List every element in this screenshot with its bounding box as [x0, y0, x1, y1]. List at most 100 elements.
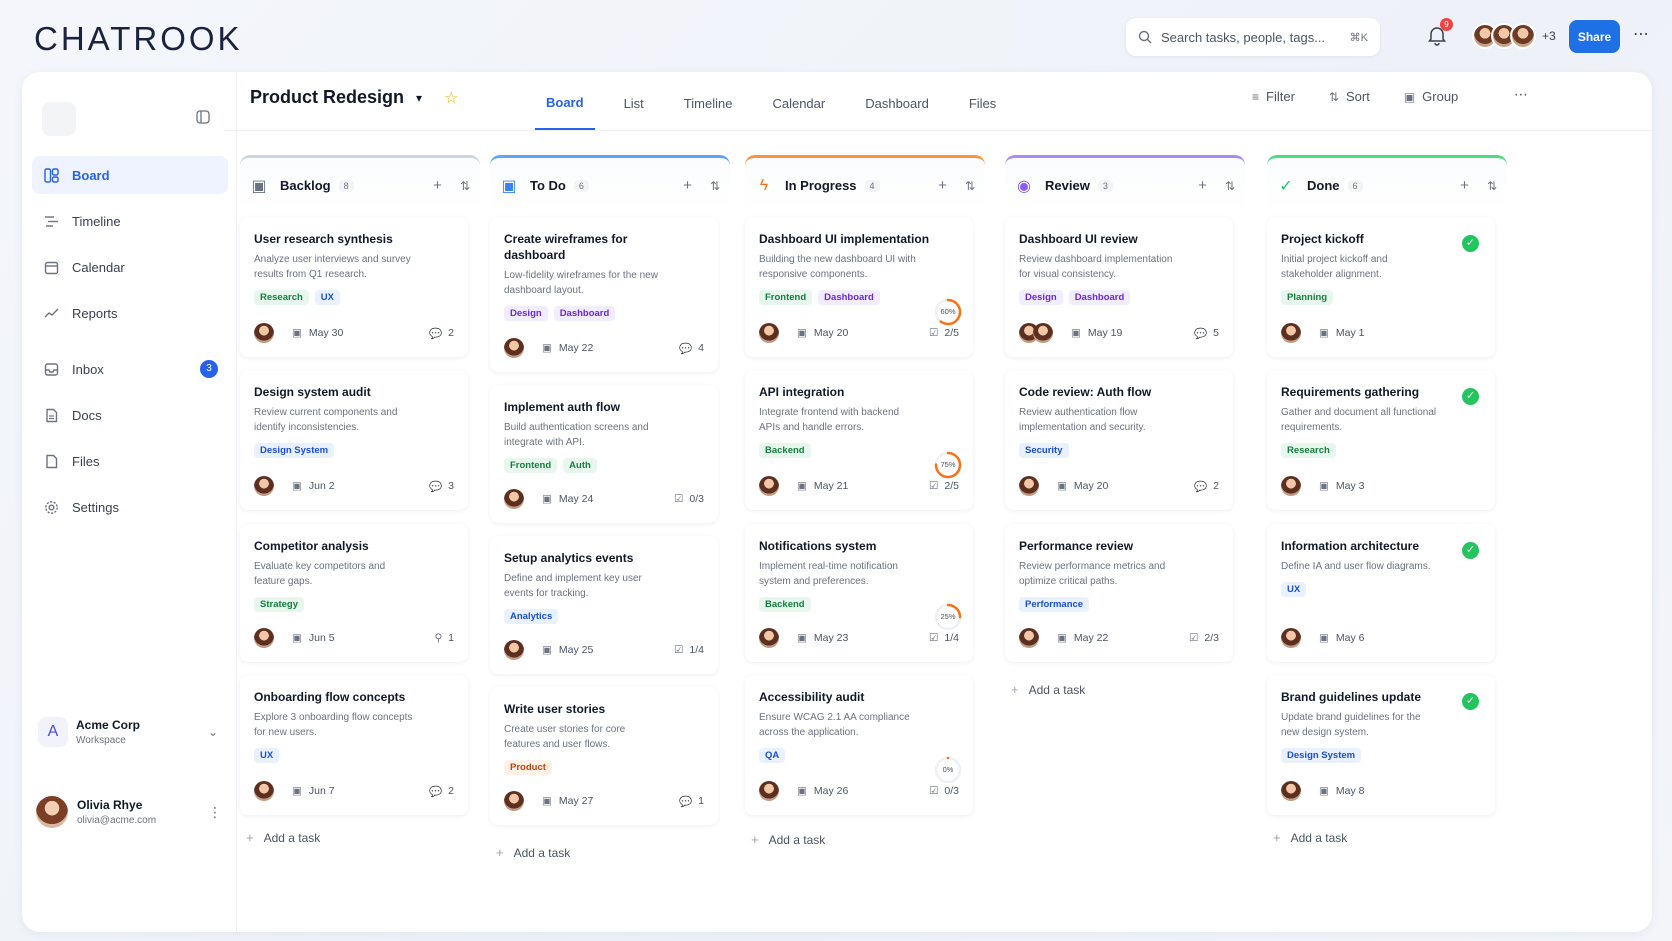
calendar-icon: ▣	[797, 327, 807, 339]
sidebar-item-settings[interactable]: Settings	[32, 488, 228, 526]
add-card-icon[interactable]: +	[1198, 177, 1207, 194]
task-card[interactable]: Write user stories Create user stories fo…	[490, 687, 718, 825]
tag: UX	[254, 748, 280, 763]
task-card[interactable]: Setup analytics events Define and impleme…	[490, 536, 718, 674]
card-meta: ▣ May 23 ☑ 1/4	[759, 628, 959, 648]
card-stat: 💬 2	[429, 785, 454, 798]
more-options-icon[interactable]: ⋯	[1514, 86, 1528, 103]
add-task-button[interactable]: + Add a task	[1273, 830, 1347, 845]
sidebar-item-reports[interactable]: Reports	[32, 294, 228, 332]
avatar	[759, 323, 779, 343]
task-card[interactable]: Dashboard UI implementation Building the …	[745, 217, 973, 357]
task-card[interactable]: Performance review Review performance met…	[1005, 524, 1233, 662]
column-count: 3	[1097, 179, 1113, 192]
sidebar-toggle-icon[interactable]	[196, 110, 210, 124]
sidebar-item-calendar[interactable]: Calendar	[32, 248, 228, 286]
column-sort-icon[interactable]: ⇅	[1487, 179, 1497, 193]
done-icon: ✓	[1279, 177, 1293, 195]
filter-label: Filter	[1266, 89, 1295, 104]
tab-list[interactable]: List	[613, 76, 655, 130]
sort-button[interactable]: ⇅ Sort	[1329, 89, 1370, 104]
tab-timeline[interactable]: Timeline	[673, 76, 744, 130]
card-description: Review dashboard implementation for visu…	[1019, 254, 1173, 280]
top-bar: CHATROOK Search tasks, people, tags... ⌘…	[0, 0, 1672, 72]
check-icon: ✓	[1462, 542, 1479, 559]
column-sort-icon[interactable]: ⇅	[965, 179, 975, 193]
task-card[interactable]: User research synthesis Analyze user inte…	[240, 217, 468, 357]
task-card[interactable]: Design system audit Review current compon…	[240, 370, 468, 510]
filter-button[interactable]: ≡ Filter	[1252, 89, 1295, 104]
task-card[interactable]: Project kickoff Initial project kickoff a…	[1267, 217, 1495, 357]
user-profile[interactable]: Olivia Rhye olivia@acme.com ⋮	[36, 792, 222, 832]
add-task-button[interactable]: + Add a task	[1011, 682, 1085, 697]
task-card[interactable]: Information architecture Define IA and us…	[1267, 524, 1495, 662]
group-button[interactable]: ▣ Group	[1404, 89, 1458, 104]
column-header: ▣ Backlog 8 + ⇅	[240, 155, 480, 213]
column-title: Review	[1045, 178, 1090, 193]
workspace-switcher[interactable]: A Acme Corp Workspace ⌄	[38, 712, 218, 752]
task-card[interactable]: Code review: Auth flow Review authenticat…	[1005, 370, 1233, 510]
add-card-icon[interactable]: +	[433, 177, 442, 194]
kebab-menu-icon[interactable]: ⋮	[208, 804, 222, 821]
column-sort-icon[interactable]: ⇅	[710, 179, 720, 193]
app-logo[interactable]: CHATROOK	[34, 20, 243, 58]
tab-board[interactable]: Board	[535, 76, 595, 130]
card-meta: ▣ May 3	[1281, 476, 1481, 496]
star-icon[interactable]: ☆	[444, 88, 458, 108]
task-card[interactable]: Create wireframes for dashboard Low-fidel…	[490, 217, 718, 372]
card-tags: UX	[1281, 582, 1481, 597]
search-input[interactable]: Search tasks, people, tags... ⌘K	[1126, 18, 1380, 56]
task-card[interactable]: Requirements gathering Gather and documen…	[1267, 370, 1495, 510]
task-card[interactable]: Dashboard UI review Review dashboard impl…	[1005, 217, 1233, 357]
tag: Design	[504, 306, 548, 321]
progress-value: 25%	[940, 612, 956, 621]
add-card-icon[interactable]: +	[683, 177, 692, 194]
notifications-button[interactable]: 9	[1426, 18, 1453, 48]
tag: Performance	[1019, 597, 1090, 612]
team-avatars[interactable]: +3	[1472, 23, 1556, 49]
card-title: Information architecture	[1281, 539, 1420, 553]
task-card[interactable]: Brand guidelines update Update brand guid…	[1267, 675, 1495, 815]
add-task-button[interactable]: + Add a task	[751, 832, 825, 847]
card-tags: Strategy	[254, 597, 454, 612]
column-sort-icon[interactable]: ⇅	[460, 179, 470, 193]
add-task-button[interactable]: + Add a task	[246, 830, 320, 845]
sidebar-item-inbox[interactable]: Inbox 3	[32, 350, 228, 388]
column-sort-icon[interactable]: ⇅	[1225, 179, 1235, 193]
sidebar-item-docs[interactable]: Docs	[32, 396, 228, 434]
files-icon	[42, 452, 60, 470]
tab-files[interactable]: Files	[958, 76, 1007, 130]
search-icon	[1138, 30, 1152, 44]
add-card-icon[interactable]: +	[938, 177, 947, 194]
task-card[interactable]: Implement auth flow Build authentication …	[490, 385, 718, 523]
task-card[interactable]: Competitor analysis Evaluate key competit…	[240, 524, 468, 662]
add-card-icon[interactable]: +	[1460, 177, 1469, 194]
card-description: Review authentication flow implementatio…	[1019, 407, 1146, 433]
inbox-badge: 3	[200, 360, 218, 378]
card-stat-value: 1	[698, 795, 704, 807]
tab-dashboard[interactable]: Dashboard	[854, 76, 940, 130]
progress-ring: 25%	[933, 602, 963, 632]
sidebar-item-files[interactable]: Files	[32, 442, 228, 480]
project-title[interactable]: Product Redesign ▾ ☆	[250, 87, 458, 108]
column-to-do: ▣ To Do 6 + ⇅ Create wireframes for dashboard…	[490, 155, 730, 860]
task-card[interactable]: API integration Integrate frontend with b…	[745, 370, 973, 510]
card-stat-value: 2/5	[944, 480, 959, 492]
tab-calendar[interactable]: Calendar	[761, 76, 836, 130]
task-card[interactable]: Onboarding flow concepts Explore 3 onboar…	[240, 675, 468, 815]
more-options-icon[interactable]: ⋯	[1633, 24, 1650, 44]
chevron-down-icon[interactable]: ▾	[416, 91, 422, 105]
card-due-date: Jun 2	[308, 480, 335, 492]
checklist-icon: ☑	[928, 480, 939, 492]
task-card[interactable]: Accessibility audit Ensure WCAG 2.1 AA co…	[745, 675, 973, 815]
card-stat: ☑ 0/3	[929, 785, 959, 797]
sidebar-item-timeline[interactable]: Timeline	[32, 202, 228, 240]
card-stat-value: 2	[448, 327, 454, 339]
card-description: Review current components and identify i…	[254, 407, 398, 433]
column-header: ▣ To Do 6 + ⇅	[490, 155, 730, 213]
checklist-icon: ☑	[928, 327, 939, 339]
add-task-button[interactable]: + Add a task	[496, 845, 570, 860]
task-card[interactable]: Notifications system Implement real-time …	[745, 524, 973, 662]
share-button[interactable]: Share	[1569, 20, 1620, 53]
sidebar-item-board[interactable]: Board	[32, 156, 228, 194]
